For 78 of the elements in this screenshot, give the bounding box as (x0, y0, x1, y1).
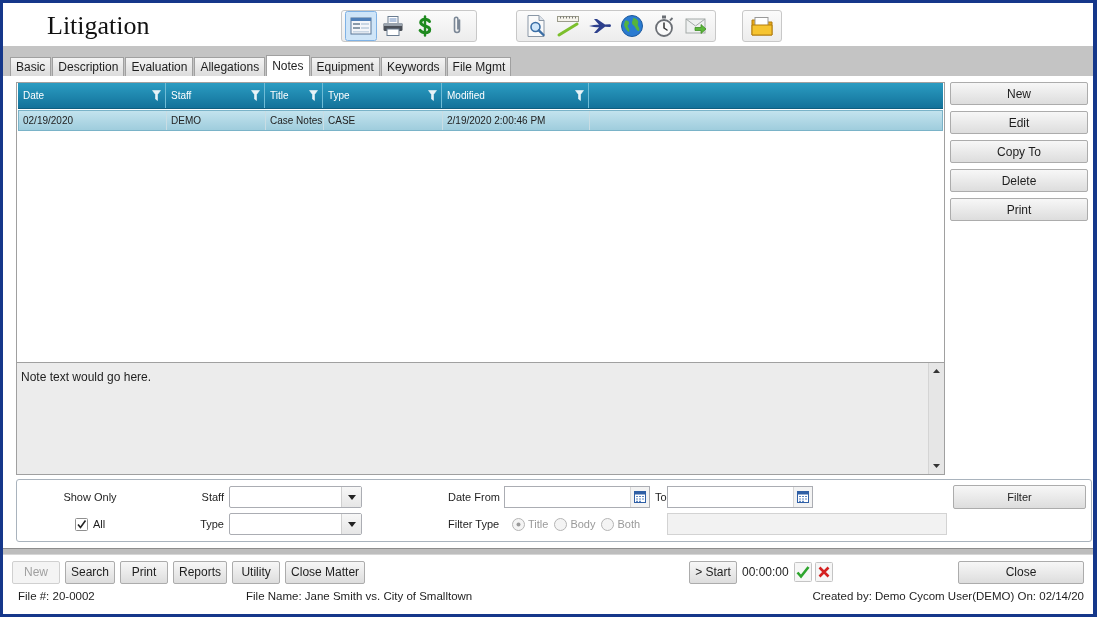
radio-label: Title (528, 518, 549, 530)
created-by-text: Created by: Demo Cycom User(DEMO) On: 02/14/20 (812, 590, 1084, 602)
calendar-icon[interactable] (634, 491, 646, 503)
tab[interactable]: Allegations (194, 57, 266, 76)
paperclip-icon[interactable] (452, 16, 462, 36)
note-text: Note text would go here. (20, 369, 153, 386)
side-button[interactable]: Delete (950, 169, 1088, 192)
cross-icon[interactable] (814, 562, 833, 582)
side-button[interactable]: Edit (950, 111, 1088, 134)
filter-icon[interactable] (251, 90, 260, 101)
label: Filter Type (448, 518, 501, 530)
caret-icon[interactable] (347, 494, 356, 500)
side-button[interactable]: Print (950, 198, 1088, 221)
toolbar-button[interactable]: Print (120, 560, 169, 584)
start-button[interactable]: > Start (689, 560, 737, 584)
tab[interactable]: Evaluation (125, 57, 194, 76)
tab[interactable]: Description (52, 57, 125, 76)
radio-label: Both (617, 518, 641, 530)
column-header[interactable]: Modified (442, 83, 589, 108)
tab[interactable]: Equipment (310, 57, 380, 76)
date-field[interactable] (667, 486, 813, 508)
side-button[interactable]: Copy To (950, 140, 1088, 163)
filter-button[interactable]: Filter (953, 485, 1086, 509)
date-field[interactable] (504, 486, 650, 508)
column-header[interactable]: Date (18, 83, 166, 108)
filter-icon[interactable] (575, 90, 584, 101)
tab[interactable]: Basic (10, 57, 52, 76)
tab[interactable]: Keywords (380, 57, 446, 76)
table-cell: Case Notes (266, 111, 324, 130)
side-button[interactable]: New (950, 82, 1088, 105)
splitter-bar[interactable] (3, 548, 1093, 555)
scrollbar[interactable] (928, 363, 944, 474)
window-title: Litigation (47, 11, 151, 41)
toolbar-button[interactable]: Close Matter (285, 560, 366, 584)
folder-icon[interactable] (751, 16, 773, 36)
check-icon[interactable] (793, 562, 812, 582)
table-cell: DEMO (167, 111, 266, 130)
label: Date From (448, 491, 501, 503)
stopwatch-icon[interactable] (652, 14, 676, 38)
calendar-icon[interactable] (797, 491, 809, 503)
label: Show Only (63, 491, 117, 503)
toolbar-button[interactable]: Search (65, 560, 116, 584)
timer-text: 00:00:00 (742, 565, 789, 579)
dollar-icon[interactable] (418, 15, 432, 37)
tab[interactable]: Notes (266, 55, 310, 76)
label: Staff (201, 491, 224, 503)
radio-label: Body (570, 518, 596, 530)
label: To (655, 491, 667, 503)
table-row[interactable]: 02/19/2020 DEMO Case Notes CASE 2/19/2020 2:00:46 PM (18, 110, 943, 131)
label: Type (200, 518, 224, 530)
column-header[interactable]: Staff (166, 83, 265, 108)
note-text-area[interactable]: Note text would go here. (16, 362, 945, 475)
table-cell: CASE (324, 111, 443, 130)
tab[interactable]: File Mgmt (446, 57, 512, 76)
column-header[interactable]: Title (265, 83, 323, 108)
ruler-pencil-icon[interactable] (556, 14, 580, 38)
globe-icon[interactable] (620, 14, 644, 38)
airplane-icon[interactable] (588, 18, 612, 34)
table-cell: 2/19/2020 2:00:46 PM (443, 111, 590, 130)
checkbox-label: All (92, 518, 106, 530)
filter-icon[interactable] (428, 90, 437, 101)
column-header[interactable]: Type (323, 83, 442, 108)
file-name-text: File Name: Jane Smith vs. City of Smalltown (246, 590, 474, 602)
file-number-text: File #: 20-0002 (18, 590, 96, 602)
caret-icon[interactable] (347, 521, 356, 527)
window-form-icon[interactable] (345, 11, 377, 41)
filter-icon[interactable] (152, 90, 161, 101)
printer-icon[interactable] (381, 14, 405, 38)
scroll-up-icon[interactable] (933, 369, 940, 373)
scroll-down-icon[interactable] (933, 464, 940, 468)
filter-icon[interactable] (309, 90, 318, 101)
toolbar-button[interactable]: Reports (173, 560, 228, 584)
close-button[interactable]: Close (958, 560, 1084, 584)
toolbar-button: New (12, 560, 60, 584)
document-magnifier-icon[interactable] (524, 14, 548, 38)
toolbar-button[interactable]: Utility (232, 560, 281, 584)
table-cell: 02/19/2020 (19, 111, 167, 130)
checkbox[interactable] (74, 517, 88, 531)
